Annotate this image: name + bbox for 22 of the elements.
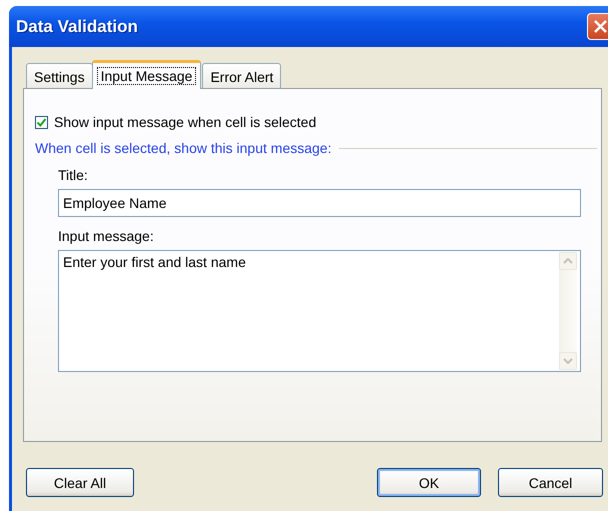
close-button[interactable] [587,13,608,40]
dialog-button[interactable]: Cancel [498,468,603,497]
field-label: Input message: [58,228,155,244]
caret-down-icon [563,358,573,364]
title-field[interactable]: Employee Name [58,189,581,217]
close-icon [593,19,608,34]
group-label: When cell is selected, show this input message: [35,140,332,156]
checkbox[interactable] [35,116,48,128]
checkbox-label: Show input message when cell is selected [54,114,316,130]
dialog-button[interactable]: Clear All [26,468,134,497]
caret-up-icon [563,258,573,264]
message-field[interactable]: Enter your first and last name [58,250,581,372]
field-label: Title: [58,167,89,183]
scroll-down-button[interactable] [559,352,577,370]
tab[interactable]: Settings [26,63,93,88]
tab[interactable]: Input Message [92,60,202,89]
window-title: Data Validation [16,16,138,36]
scroll-up-button[interactable] [559,252,577,270]
dialog-button[interactable]: OK [377,468,481,497]
scrollbar[interactable] [559,252,577,370]
check-icon [36,116,47,128]
tab[interactable]: Error Alert [202,63,282,88]
